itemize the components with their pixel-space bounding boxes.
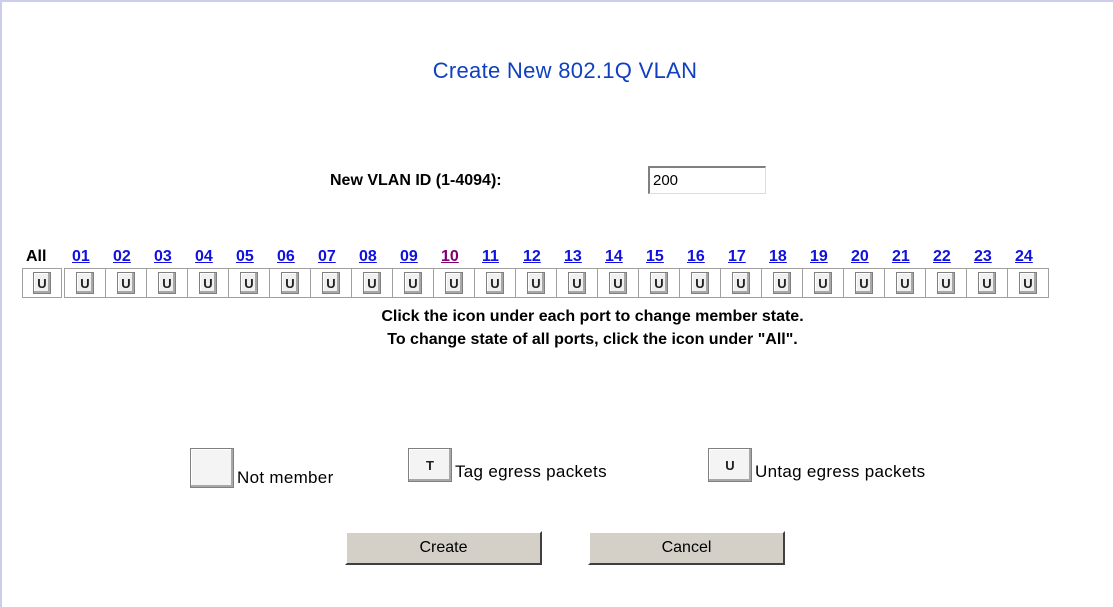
untag-state-icon-23[interactable]: U [978,272,996,294]
port-cell-04: U [187,268,229,298]
frame-left-border [0,0,2,607]
port-cell-07: U [310,268,352,298]
create-button[interactable]: Create [345,531,542,565]
port-cell-11: U [474,268,516,298]
port-link-08[interactable]: 08 [351,248,392,268]
port-link-04[interactable]: 04 [187,248,228,268]
port-link-16[interactable]: 16 [679,248,720,268]
port-cell-12: U [515,268,557,298]
port-link-17[interactable]: 17 [720,248,761,268]
legend-untag: U Untag egress packets [708,448,925,482]
untag-state-icon-01[interactable]: U [76,272,94,294]
port-link-18[interactable]: 18 [761,248,802,268]
legend-tag-text: Tag egress packets [455,462,607,481]
instructions: Click the icon under each port to change… [0,305,1113,351]
port-cell-05: U [228,268,270,298]
port-link-21[interactable]: 21 [884,248,925,268]
port-link-23[interactable]: 23 [966,248,1007,268]
port-link-20[interactable]: 20 [843,248,884,268]
port-cell-19: U [802,268,844,298]
untag-state-icon-05[interactable]: U [240,272,258,294]
untag-state-icon-20[interactable]: U [855,272,873,294]
untag-state-icon-04[interactable]: U [199,272,217,294]
port-link-13[interactable]: 13 [556,248,597,268]
page-title: Create New 802.1Q VLAN [432,58,698,83]
untag-state-icon-16[interactable]: U [691,272,709,294]
untag-state-icon-14[interactable]: U [609,272,627,294]
untag-state-icon-15[interactable]: U [650,272,668,294]
vlan-id-label: New VLAN ID (1-4094): [330,172,502,189]
port-link-07[interactable]: 07 [310,248,351,268]
port-link-19[interactable]: 19 [802,248,843,268]
port-cell-24: U [1007,268,1049,298]
instruction-line-2: To change state of all ports, click the … [387,331,798,348]
port-membership-table: All 01 02 03 04 05 06 07 08 09 10 11 12 13 14 15 16 17 18 1… [22,248,1049,298]
port-cell-03: U [146,268,188,298]
port-cell-09: U [392,268,434,298]
untag-state-icon-07[interactable]: U [322,272,340,294]
port-link-02[interactable]: 02 [105,248,146,268]
port-cell-06: U [269,268,311,298]
untag-state-icon-02[interactable]: U [117,272,135,294]
port-cell-20: U [843,268,885,298]
port-cell-13: U [556,268,598,298]
port-cell-18: U [761,268,803,298]
untag-state-icon-22[interactable]: U [937,272,955,294]
untag-state-icon-03[interactable]: U [158,272,176,294]
tag-icon: T [408,448,452,482]
untag-state-icon-17[interactable]: U [732,272,750,294]
port-link-05[interactable]: 05 [228,248,269,268]
port-link-15[interactable]: 15 [638,248,679,268]
legend-tag: T Tag egress packets [408,448,607,482]
port-cell-15: U [638,268,680,298]
port-cell-23: U [966,268,1008,298]
port-cell-10: U [433,268,475,298]
untag-state-icon-13[interactable]: U [568,272,586,294]
port-link-01[interactable]: 01 [64,248,105,268]
port-cell-17: U [720,268,762,298]
port-link-24[interactable]: 24 [1007,248,1048,268]
port-link-03[interactable]: 03 [146,248,187,268]
untag-state-icon-09[interactable]: U [404,272,422,294]
port-link-09[interactable]: 09 [392,248,433,268]
untag-state-icon-24[interactable]: U [1019,272,1037,294]
port-cell-02: U [105,268,147,298]
untag-state-icon-10[interactable]: U [445,272,463,294]
untag-state-icon-all[interactable]: U [33,272,51,294]
port-cell-21: U [884,268,926,298]
untag-state-icon-11[interactable]: U [486,272,504,294]
port-cell-14: U [597,268,639,298]
untag-state-icon-18[interactable]: U [773,272,791,294]
frame-top-border [0,0,1113,2]
port-link-06[interactable]: 06 [269,248,310,268]
port-link-22[interactable]: 22 [925,248,966,268]
untag-state-icon-19[interactable]: U [814,272,832,294]
instruction-line-1: Click the icon under each port to change… [381,308,804,325]
untag-state-icon-21[interactable]: U [896,272,914,294]
port-link-14[interactable]: 14 [597,248,638,268]
port-header-all: All [26,248,47,265]
port-cell-all: U [22,268,62,298]
untag-icon: U [708,448,752,482]
not-member-icon [190,448,234,488]
port-link-10[interactable]: 10 [433,248,474,268]
legend-untag-text: Untag egress packets [755,462,926,481]
port-link-11[interactable]: 11 [474,248,515,268]
port-cell-01: U [64,268,106,298]
port-cell-16: U [679,268,721,298]
untag-state-icon-06[interactable]: U [281,272,299,294]
port-cell-22: U [925,268,967,298]
untag-state-icon-08[interactable]: U [363,272,381,294]
legend-not-member-text: Not member [237,468,334,487]
port-link-12[interactable]: 12 [515,248,556,268]
vlan-id-input[interactable] [648,166,766,194]
cancel-button[interactable]: Cancel [588,531,785,565]
untag-state-icon-12[interactable]: U [527,272,545,294]
legend-not-member: Not member [190,448,334,488]
port-cell-08: U [351,268,393,298]
